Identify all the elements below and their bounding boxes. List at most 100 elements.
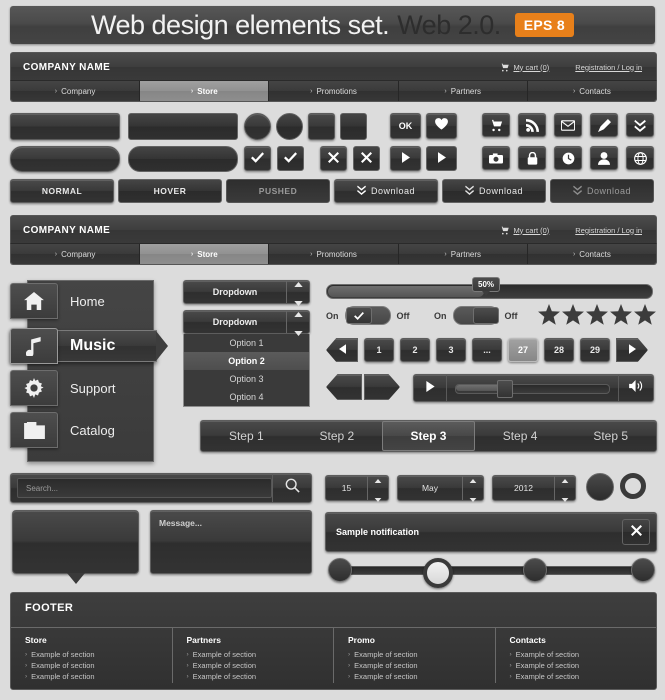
- message-textarea[interactable]: Message...: [150, 510, 312, 574]
- step-item-active[interactable]: Step 3: [382, 421, 475, 451]
- cart-icon-button[interactable]: [482, 113, 510, 137]
- rss-icon-button[interactable]: [518, 113, 546, 137]
- button-state-normal[interactable]: NORMAL: [10, 179, 114, 203]
- footer-link[interactable]: › Example of section: [187, 649, 334, 660]
- player-volume-button[interactable]: [618, 375, 653, 401]
- globe-icon-button[interactable]: [626, 146, 654, 170]
- clock-icon-button[interactable]: [554, 146, 582, 170]
- nav-item-store[interactable]: › Store: [140, 244, 270, 264]
- nav-item-partners[interactable]: › Partners: [398, 244, 528, 264]
- nav-item-company[interactable]: › Company: [11, 244, 141, 264]
- button-square-1[interactable]: [308, 113, 335, 140]
- lock-icon-button[interactable]: [518, 146, 546, 170]
- dropdown-spinner[interactable]: [286, 281, 309, 306]
- button-round-flat[interactable]: [128, 146, 238, 172]
- step-item[interactable]: Step 5: [565, 421, 656, 451]
- menu-item-music[interactable]: Music: [10, 328, 115, 364]
- user-icon-button[interactable]: [590, 146, 618, 170]
- footer-link[interactable]: › Example of section: [187, 660, 334, 671]
- step-item[interactable]: Step 1: [201, 421, 292, 451]
- next-button-1[interactable]: [390, 146, 421, 171]
- footer-link[interactable]: › Example of section: [187, 671, 334, 682]
- star-icon[interactable]: [562, 304, 584, 330]
- search-button[interactable]: [272, 474, 311, 502]
- menu-item-support[interactable]: Support: [10, 370, 116, 406]
- pagination-page[interactable]: 29: [580, 338, 610, 362]
- dot-step-slider[interactable]: [328, 558, 655, 588]
- star-icon[interactable]: [634, 304, 656, 330]
- nav-item-company[interactable]: › Company: [11, 81, 141, 101]
- auth-link[interactable]: Registration / Log in: [575, 226, 642, 235]
- stepper-arrows[interactable]: [554, 476, 575, 502]
- download-button-pushed[interactable]: Download: [550, 179, 654, 203]
- radio-button-selected[interactable]: [620, 473, 646, 499]
- dot-handle[interactable]: [523, 558, 547, 582]
- player-handle[interactable]: [496, 380, 513, 398]
- button-state-hover[interactable]: HOVER: [118, 179, 222, 203]
- download-button-normal[interactable]: Download: [334, 179, 438, 203]
- nav-item-partners[interactable]: › Partners: [398, 81, 528, 101]
- footer-link[interactable]: › Example of section: [348, 649, 495, 660]
- stepper-arrows[interactable]: [367, 476, 388, 502]
- dropdown-open-header[interactable]: Dropdown: [183, 310, 310, 336]
- star-rating[interactable]: [538, 304, 656, 330]
- footer-link[interactable]: › Example of section: [25, 649, 172, 660]
- button-rect-normal[interactable]: [10, 113, 120, 140]
- star-icon[interactable]: [538, 304, 560, 330]
- nav-item-promotions[interactable]: › Promotions: [269, 244, 399, 264]
- date-year-stepper[interactable]: 2012: [492, 475, 576, 502]
- cart-link[interactable]: My cart (0): [500, 226, 549, 235]
- footer-link[interactable]: › Example of section: [510, 660, 657, 671]
- pagination-page-active[interactable]: 27: [508, 338, 538, 362]
- menu-item-home[interactable]: Home: [10, 283, 105, 319]
- favorite-button[interactable]: [426, 113, 457, 139]
- date-day-stepper[interactable]: 15: [325, 475, 389, 502]
- edit-icon-button[interactable]: [590, 113, 618, 137]
- expand-icon-button[interactable]: [626, 113, 654, 137]
- step-item[interactable]: Step 4: [475, 421, 566, 451]
- button-square-2[interactable]: [340, 113, 367, 140]
- button-rect-flat[interactable]: [128, 113, 238, 140]
- footer-link[interactable]: › Example of section: [510, 649, 657, 660]
- pagination-prev[interactable]: [326, 338, 358, 362]
- pagination-page[interactable]: 28: [544, 338, 574, 362]
- auth-link[interactable]: Registration / Log in: [575, 63, 642, 72]
- checkbox-checked-2[interactable]: [277, 146, 304, 171]
- button-circle-2[interactable]: [276, 113, 303, 140]
- menu-item-catalog[interactable]: Catalog: [10, 412, 115, 448]
- notification-close-button[interactable]: [622, 519, 650, 545]
- button-state-pushed[interactable]: PUSHED: [226, 179, 330, 203]
- button-circle-1[interactable]: [244, 113, 271, 140]
- checkbox-checked-1[interactable]: [244, 146, 271, 171]
- footer-link[interactable]: › Example of section: [25, 671, 172, 682]
- radio-button-unselected[interactable]: [586, 473, 614, 501]
- next-button-2[interactable]: [426, 146, 457, 171]
- download-button-hover[interactable]: Download: [442, 179, 546, 203]
- star-icon[interactable]: [610, 304, 632, 330]
- arrow-tab-right[interactable]: [364, 374, 400, 400]
- dot-handle[interactable]: [328, 558, 352, 582]
- search-input[interactable]: Search...: [17, 478, 272, 498]
- dropdown-closed[interactable]: Dropdown: [183, 280, 310, 306]
- footer-link[interactable]: › Example of section: [348, 671, 495, 682]
- close-button-1[interactable]: [320, 146, 347, 171]
- player-progress-slider[interactable]: [455, 380, 610, 398]
- cart-link[interactable]: My cart (0): [500, 63, 549, 72]
- footer-link[interactable]: › Example of section: [348, 660, 495, 671]
- toggle-switch-checked[interactable]: [344, 306, 391, 325]
- pagination-page[interactable]: 3: [436, 338, 466, 362]
- nav-item-contacts[interactable]: › Contacts: [527, 81, 656, 101]
- dropdown-option[interactable]: Option 1: [184, 334, 309, 352]
- close-button-2[interactable]: [353, 146, 380, 171]
- nav-item-contacts[interactable]: › Contacts: [527, 244, 656, 264]
- step-item[interactable]: Step 2: [292, 421, 383, 451]
- nav-item-promotions[interactable]: › Promotions: [269, 81, 399, 101]
- footer-link[interactable]: › Example of section: [510, 671, 657, 682]
- pagination-next[interactable]: [616, 338, 648, 362]
- date-month-stepper[interactable]: May: [397, 475, 484, 502]
- pagination-page[interactable]: 1: [364, 338, 394, 362]
- dropdown-option[interactable]: Option 4: [184, 388, 309, 406]
- footer-link[interactable]: › Example of section: [25, 660, 172, 671]
- camera-icon-button[interactable]: [482, 146, 510, 170]
- player-play-button[interactable]: [414, 375, 447, 401]
